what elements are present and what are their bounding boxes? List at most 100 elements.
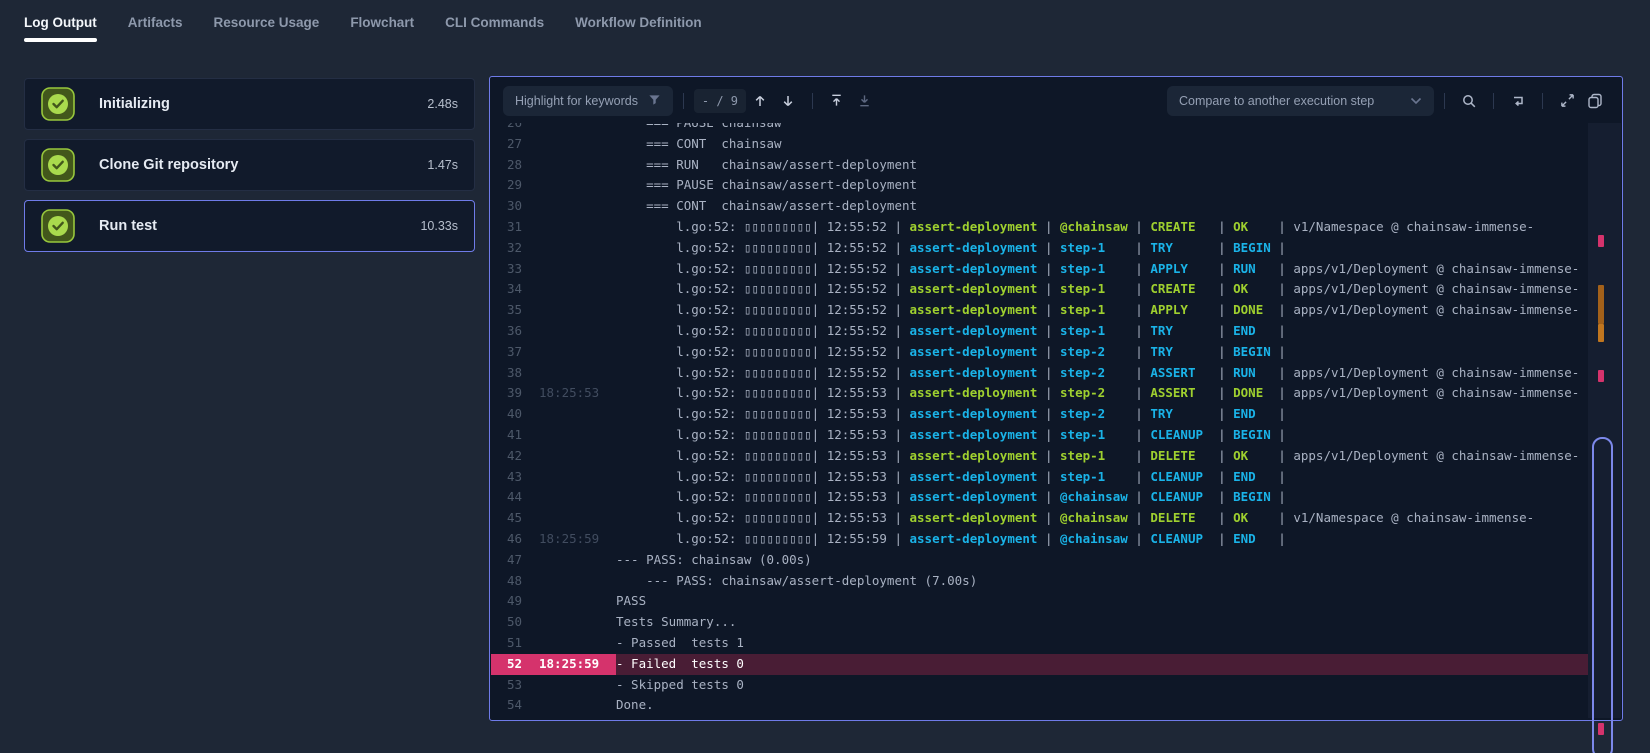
tab-log-output[interactable]: Log Output xyxy=(24,0,97,44)
line-number: 27 xyxy=(491,134,529,155)
log-line-40[interactable]: 40 l.go:52: ▯▯▯▯▯▯▯▯▯| 12:55:53 | assert… xyxy=(491,404,1591,425)
step-item-run-test[interactable]: Run test10.33s xyxy=(24,200,475,252)
line-content: l.go:52: ▯▯▯▯▯▯▯▯▯| 12:55:53 | assert-de… xyxy=(616,467,1591,488)
line-content: === PAUSE chainsaw xyxy=(616,123,1591,134)
tab-workflow-definition[interactable]: Workflow Definition xyxy=(575,0,702,44)
scrollbar-marker xyxy=(1598,370,1604,382)
log-line-50[interactable]: 50Tests Summary... xyxy=(491,612,1591,633)
line-timestamp xyxy=(529,612,616,633)
log-line-42[interactable]: 42 l.go:52: ▯▯▯▯▯▯▯▯▯| 12:55:53 | assert… xyxy=(491,446,1591,467)
toolbar-divider xyxy=(1493,93,1494,109)
log-line-43[interactable]: 43 l.go:52: ▯▯▯▯▯▯▯▯▯| 12:55:53 | assert… xyxy=(491,467,1591,488)
line-timestamp xyxy=(529,155,616,176)
line-content: l.go:52: ▯▯▯▯▯▯▯▯▯| 12:55:52 | assert-de… xyxy=(616,342,1591,363)
log-line-26[interactable]: 26 === PAUSE chainsaw xyxy=(491,123,1591,134)
line-number: 48 xyxy=(491,571,529,592)
line-content: - Passed tests 1 xyxy=(616,633,1591,654)
log-line-44[interactable]: 44 l.go:52: ▯▯▯▯▯▯▯▯▯| 12:55:53 | assert… xyxy=(491,487,1591,508)
line-content: l.go:52: ▯▯▯▯▯▯▯▯▯| 12:55:53 | assert-de… xyxy=(616,446,1591,467)
line-timestamp xyxy=(529,217,616,238)
line-timestamp xyxy=(529,425,616,446)
log-line-29[interactable]: 29 === PAUSE chainsaw/assert-deployment xyxy=(491,175,1591,196)
log-line-30[interactable]: 30 === CONT chainsaw/assert-deployment xyxy=(491,196,1591,217)
log-line-32[interactable]: 32 l.go:52: ▯▯▯▯▯▯▯▯▯| 12:55:52 | assert… xyxy=(491,238,1591,259)
tab-bar: Log Output Artifacts Resource Usage Flowcha… xyxy=(0,0,1650,44)
line-content: - Failed tests 0 xyxy=(616,654,1591,675)
line-content: l.go:52: ▯▯▯▯▯▯▯▯▯| 12:55:53 | assert-de… xyxy=(616,383,1591,404)
toolbar-divider xyxy=(812,93,813,109)
highlight-keywords-dropdown[interactable]: Highlight for keywords xyxy=(503,86,673,116)
line-timestamp xyxy=(529,591,616,612)
log-line-28[interactable]: 28 === RUN chainsaw/assert-deployment xyxy=(491,155,1591,176)
log-line-49[interactable]: 49PASS xyxy=(491,591,1591,612)
toolbar-right-group: Compare to another execution step xyxy=(1167,86,1609,116)
scrollbar-marker xyxy=(1598,285,1604,324)
line-number: 49 xyxy=(491,591,529,612)
line-timestamp xyxy=(529,467,616,488)
previous-match-button[interactable] xyxy=(746,87,774,115)
log-line-51[interactable]: 51- Passed tests 1 xyxy=(491,633,1591,654)
tab-resource-usage[interactable]: Resource Usage xyxy=(214,0,320,44)
tab-artifacts[interactable]: Artifacts xyxy=(128,0,183,44)
line-content: l.go:52: ▯▯▯▯▯▯▯▯▯| 12:55:53 | assert-de… xyxy=(616,404,1591,425)
step-duration: 1.47s xyxy=(427,158,458,172)
log-line-47[interactable]: 47--- PASS: chainsaw (0.00s) xyxy=(491,550,1591,571)
log-line-37[interactable]: 37 l.go:52: ▯▯▯▯▯▯▯▯▯| 12:55:52 | assert… xyxy=(491,342,1591,363)
log-body[interactable]: 26 === PAUSE chainsaw27 === CONT chainsa… xyxy=(491,123,1591,718)
line-number: 34 xyxy=(491,279,529,300)
scroll-to-bottom-button[interactable] xyxy=(851,87,879,115)
log-line-48[interactable]: 48 --- PASS: chainsaw/assert-deployment … xyxy=(491,571,1591,592)
line-content: l.go:52: ▯▯▯▯▯▯▯▯▯| 12:55:59 | assert-de… xyxy=(616,529,1591,550)
compare-step-dropdown[interactable]: Compare to another execution step xyxy=(1167,86,1434,116)
expand-button[interactable] xyxy=(1553,87,1581,115)
line-timestamp xyxy=(529,446,616,467)
line-number: 26 xyxy=(491,123,529,134)
line-content: l.go:52: ▯▯▯▯▯▯▯▯▯| 12:55:52 | assert-de… xyxy=(616,321,1591,342)
log-line-38[interactable]: 38 l.go:52: ▯▯▯▯▯▯▯▯▯| 12:55:52 | assert… xyxy=(491,363,1591,384)
copy-button[interactable] xyxy=(1581,87,1609,115)
line-number: 52 xyxy=(491,654,529,675)
log-line-35[interactable]: 35 l.go:52: ▯▯▯▯▯▯▯▯▯| 12:55:52 | assert… xyxy=(491,300,1591,321)
step-item-initializing[interactable]: Initializing2.48s xyxy=(24,78,475,130)
line-number: 53 xyxy=(491,675,529,696)
line-number: 50 xyxy=(491,612,529,633)
log-line-36[interactable]: 36 l.go:52: ▯▯▯▯▯▯▯▯▯| 12:55:52 | assert… xyxy=(491,321,1591,342)
log-line-41[interactable]: 41 l.go:52: ▯▯▯▯▯▯▯▯▯| 12:55:53 | assert… xyxy=(491,425,1591,446)
line-number: 40 xyxy=(491,404,529,425)
line-number: 35 xyxy=(491,300,529,321)
log-line-53[interactable]: 53- Skipped tests 0 xyxy=(491,675,1591,696)
log-line-27[interactable]: 27 === CONT chainsaw xyxy=(491,134,1591,155)
line-timestamp xyxy=(529,404,616,425)
line-timestamp: 18:25:59 xyxy=(529,654,616,675)
log-line-46[interactable]: 4618:25:59 l.go:52: ▯▯▯▯▯▯▯▯▯| 12:55:59 … xyxy=(491,529,1591,550)
search-button[interactable] xyxy=(1455,87,1483,115)
line-content: l.go:52: ▯▯▯▯▯▯▯▯▯| 12:55:52 | assert-de… xyxy=(616,238,1591,259)
scrollbar-thumb[interactable] xyxy=(1592,437,1613,753)
wrap-text-button[interactable] xyxy=(1504,87,1532,115)
log-line-45[interactable]: 45 l.go:52: ▯▯▯▯▯▯▯▯▯| 12:55:53 | assert… xyxy=(491,508,1591,529)
line-content: l.go:52: ▯▯▯▯▯▯▯▯▯| 12:55:52 | assert-de… xyxy=(616,259,1591,280)
log-line-54[interactable]: 54Done. xyxy=(491,695,1591,716)
line-number: 39 xyxy=(491,383,529,404)
log-line-34[interactable]: 34 l.go:52: ▯▯▯▯▯▯▯▯▯| 12:55:52 | assert… xyxy=(491,279,1591,300)
line-number: 44 xyxy=(491,487,529,508)
success-check-icon xyxy=(41,87,75,121)
log-line-39[interactable]: 3918:25:53 l.go:52: ▯▯▯▯▯▯▯▯▯| 12:55:53 … xyxy=(491,383,1591,404)
tab-cli-commands[interactable]: CLI Commands xyxy=(445,0,544,44)
compare-step-label: Compare to another execution step xyxy=(1179,94,1374,108)
next-match-button[interactable] xyxy=(774,87,802,115)
line-content: === PAUSE chainsaw/assert-deployment xyxy=(616,175,1591,196)
log-line-52[interactable]: 5218:25:59- Failed tests 0 xyxy=(491,654,1591,675)
log-line-31[interactable]: 31 l.go:52: ▯▯▯▯▯▯▯▯▯| 12:55:52 | assert… xyxy=(491,217,1591,238)
line-timestamp xyxy=(529,342,616,363)
success-check-icon xyxy=(41,209,75,243)
line-number: 33 xyxy=(491,259,529,280)
log-line-33[interactable]: 33 l.go:52: ▯▯▯▯▯▯▯▯▯| 12:55:52 | assert… xyxy=(491,259,1591,280)
line-timestamp xyxy=(529,571,616,592)
scroll-to-top-button[interactable] xyxy=(823,87,851,115)
line-timestamp xyxy=(529,487,616,508)
line-timestamp xyxy=(529,695,616,716)
step-item-clone-git-repository[interactable]: Clone Git repository1.47s xyxy=(24,139,475,191)
log-scrollbar-track[interactable] xyxy=(1588,123,1621,718)
tab-flowchart[interactable]: Flowchart xyxy=(350,0,414,44)
